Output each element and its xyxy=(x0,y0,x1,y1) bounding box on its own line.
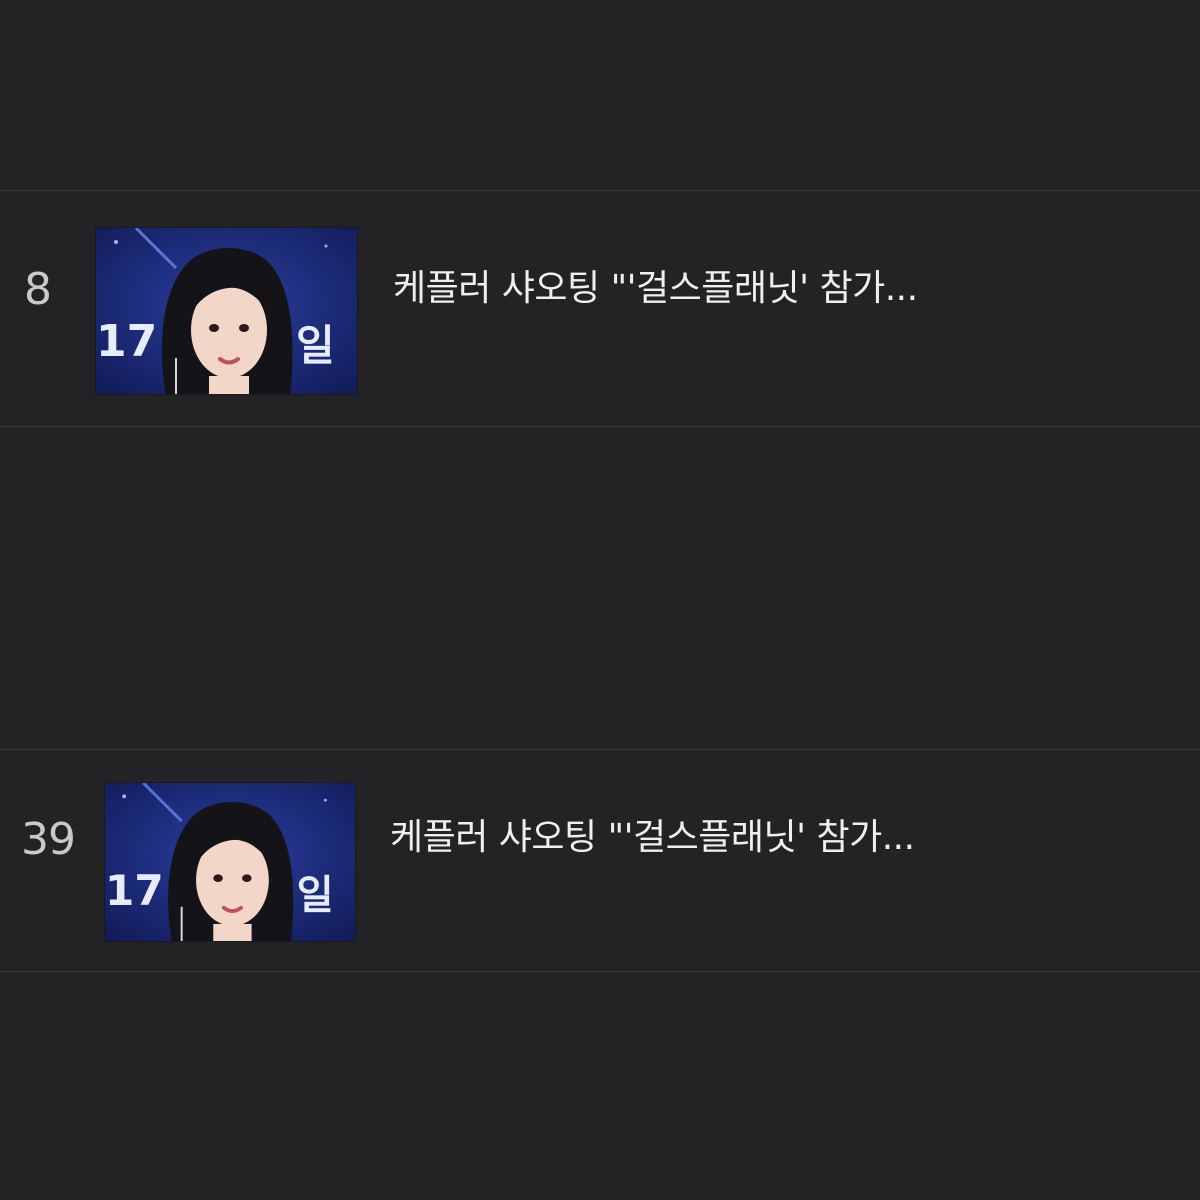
portrait-photo-icon: 17 일 xyxy=(105,783,355,941)
svg-text:17: 17 xyxy=(105,866,164,915)
article-rank: 39 xyxy=(21,814,76,865)
portrait-photo-icon: 17 일 xyxy=(96,228,357,394)
article-title[interactable]: 케플러 샤오팅 "'걸스플래닛' 참가... xyxy=(390,820,915,856)
article-thumbnail[interactable]: 17 일 xyxy=(95,227,358,395)
article-list-item[interactable]: 8 17 일 케플러 샤오팅 "'걸스플래닛' 참가... xyxy=(0,191,1200,426)
svg-text:17: 17 xyxy=(96,316,157,367)
article-rank: 8 xyxy=(24,264,52,315)
svg-text:일: 일 xyxy=(296,321,335,370)
list-divider xyxy=(0,971,1200,972)
svg-text:일: 일 xyxy=(297,873,334,919)
article-list-item[interactable]: 39 17 일 케플러 샤오팅 "'걸스플래닛' 참가... xyxy=(0,750,1200,971)
article-title[interactable]: 케플러 샤오팅 "'걸스플래닛' 참가... xyxy=(393,271,918,307)
list-divider xyxy=(0,426,1200,427)
article-thumbnail[interactable]: 17 일 xyxy=(104,782,356,942)
